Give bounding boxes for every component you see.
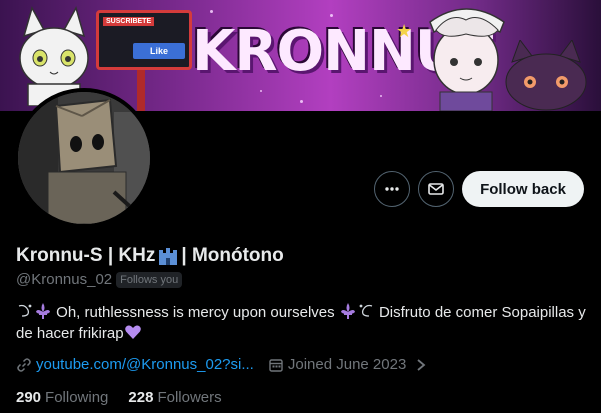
like-box: Like [133,43,185,59]
subscribe-sign: SUSCRIBETE Like [96,10,192,70]
following-count: 290 [16,389,42,406]
display-name-part1: Kronnu-S | KHz [16,245,156,266]
bio-text-1: Oh, ruthlessness is mercy upon ourselves [56,304,335,321]
handle: @Kronnus_02 [16,271,113,288]
chevron-right-icon [417,358,426,371]
bio: Oh, ruthlessness is mercy upon ourselves… [16,302,586,344]
more-horizontal-icon [385,187,399,191]
fleur-de-lis-emoji-icon [36,303,50,319]
display-name-part2: | Monótono [181,245,284,266]
purple-heart-icon [124,325,141,339]
display-name: Kronnu-S | KHz | Monótono [16,245,284,267]
fleur-de-lis-emoji-icon [340,303,355,319]
sign-label: SUSCRIBETE [103,17,155,26]
followers-count: 228 [128,389,154,406]
profile-website-link[interactable]: youtube.com/@Kronnus_02?si... [36,356,254,373]
link-icon [17,357,31,372]
sparkle-emoji-icon [18,304,32,317]
more-button[interactable] [374,171,410,207]
sign-pole [137,70,145,111]
joined-date[interactable]: Joined June 2023 [268,356,426,373]
sparkle-emoji-icon [359,304,373,317]
avatar-illustration [18,92,150,224]
following-stat[interactable]: 290 Following [16,389,108,406]
black-cat-illustration [505,40,587,111]
joined-text: Joined June 2023 [287,356,407,373]
calendar-icon [269,358,283,372]
star-icon: ★ [396,21,413,41]
castle-emoji-icon [159,248,178,265]
like-label: Like [149,46,168,56]
followers-stat[interactable]: 228 Followers [128,389,221,406]
follow-back-button[interactable]: Follow back [462,171,584,207]
following-label: Following [45,389,109,406]
follows-you-badge: Follows you [116,271,183,288]
girl-illustration [429,8,505,111]
envelope-icon [428,183,444,195]
handle-row: @Kronnus_02 Follows you [16,271,183,288]
followers-label: Followers [157,389,222,406]
avatar[interactable] [14,88,154,228]
follow-stats: 290 Following 228 Followers [16,389,222,406]
profile-meta: youtube.com/@Kronnus_02?si... Joined Jun… [16,356,426,373]
message-button[interactable] [418,171,454,207]
